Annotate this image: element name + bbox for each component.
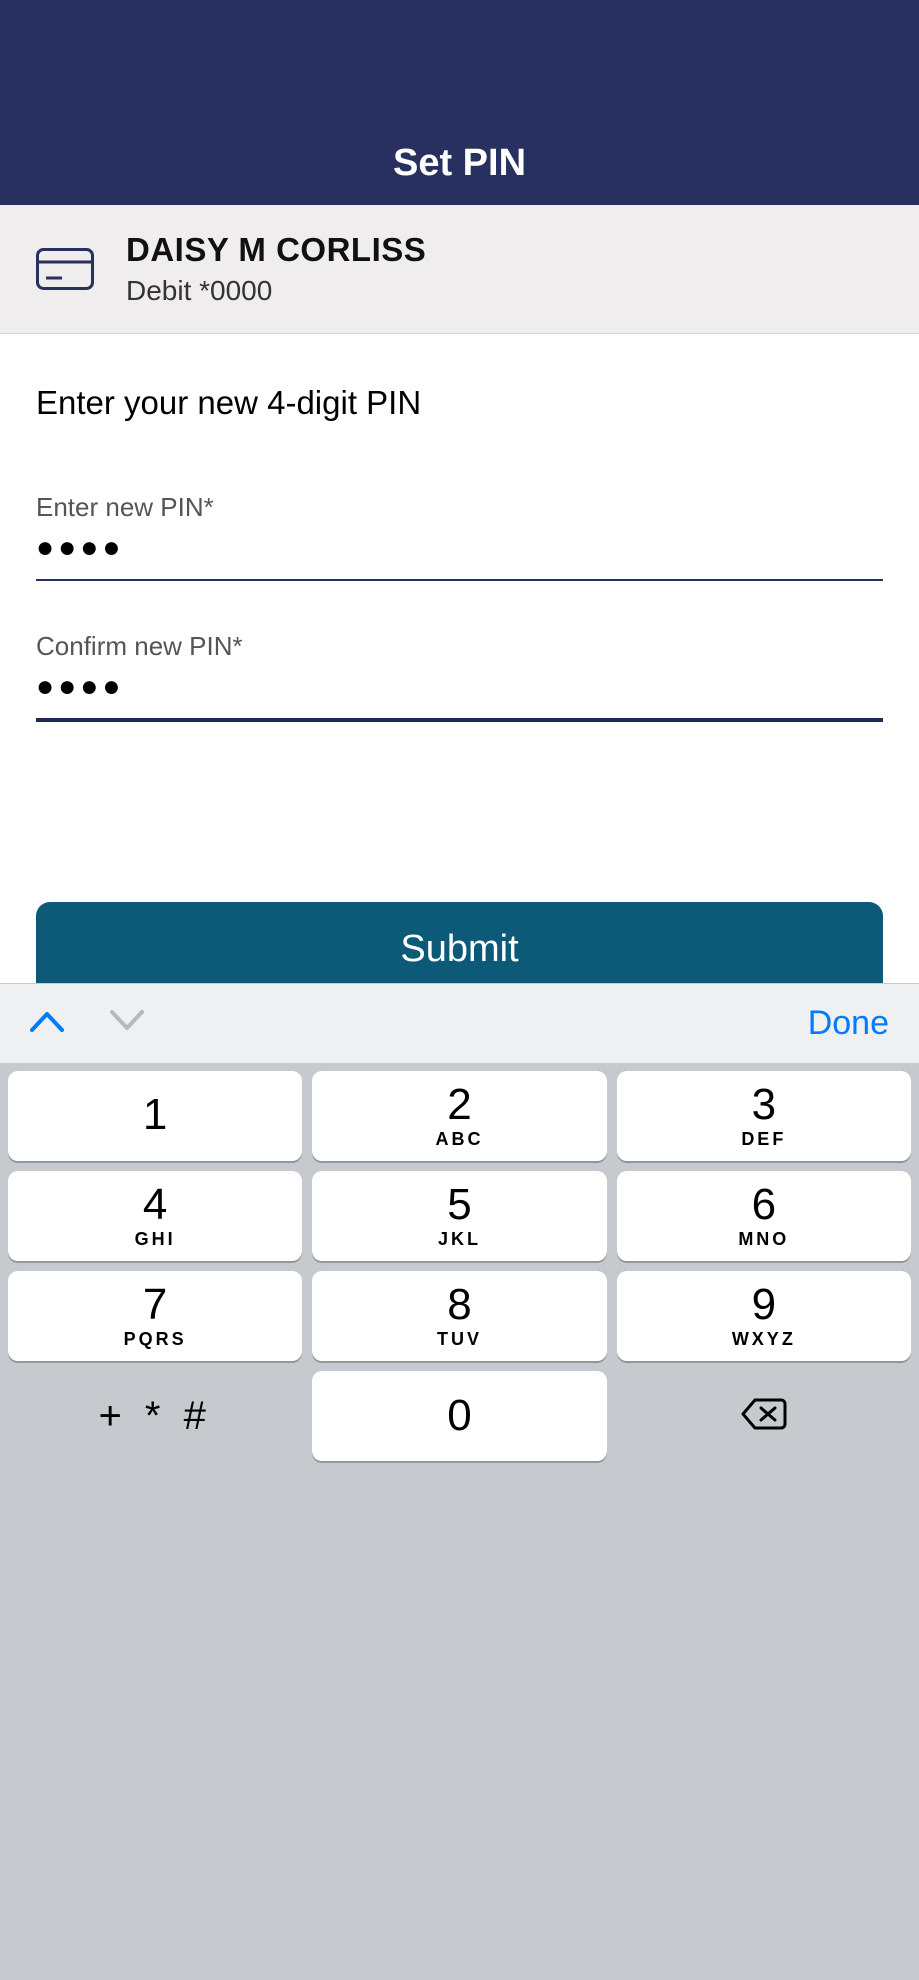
key-1[interactable]: 1 bbox=[8, 1071, 302, 1161]
instruction-text: Enter your new 4-digit PIN bbox=[36, 384, 883, 422]
enter-pin-label: Enter new PIN* bbox=[36, 492, 883, 523]
key-4[interactable]: 4GHI bbox=[8, 1171, 302, 1261]
key-7[interactable]: 7PQRS bbox=[8, 1271, 302, 1361]
key-6[interactable]: 6MNO bbox=[617, 1171, 911, 1261]
card-info-strip: DAISY M CORLISS Debit *0000 bbox=[0, 205, 919, 334]
page-title: Set PIN bbox=[393, 142, 526, 185]
card-icon bbox=[36, 248, 94, 290]
backspace-key[interactable] bbox=[617, 1371, 911, 1461]
confirm-pin-input[interactable] bbox=[36, 664, 883, 722]
keyboard-done-button[interactable]: Done bbox=[808, 1004, 889, 1043]
key-2[interactable]: 2ABC bbox=[312, 1071, 606, 1161]
numeric-keypad: 1 2ABC 3DEF 4GHI 5JKL 6MNO 7PQRS 8TUV 9W… bbox=[0, 1063, 919, 1469]
key-3[interactable]: 3DEF bbox=[617, 1071, 911, 1161]
key-symbols[interactable]: + * # bbox=[8, 1371, 302, 1461]
key-0[interactable]: 0 bbox=[312, 1371, 606, 1461]
card-subtitle: Debit *0000 bbox=[126, 275, 426, 307]
header: Set PIN bbox=[0, 0, 919, 205]
key-5[interactable]: 5JKL bbox=[312, 1171, 606, 1261]
key-9[interactable]: 9WXYZ bbox=[617, 1271, 911, 1361]
form-body: Enter your new 4-digit PIN Enter new PIN… bbox=[0, 334, 919, 1087]
cardholder-name: DAISY M CORLISS bbox=[126, 231, 426, 269]
key-8[interactable]: 8TUV bbox=[312, 1271, 606, 1361]
keyboard-background-fill bbox=[0, 1463, 919, 1980]
keyboard-accessory-bar: Done bbox=[0, 983, 919, 1063]
enter-pin-input[interactable] bbox=[36, 525, 883, 581]
next-field-icon[interactable] bbox=[110, 1010, 144, 1037]
confirm-pin-field: Confirm new PIN* bbox=[36, 631, 883, 722]
confirm-pin-label: Confirm new PIN* bbox=[36, 631, 883, 662]
backspace-icon bbox=[741, 1397, 787, 1436]
enter-pin-field: Enter new PIN* bbox=[36, 492, 883, 581]
prev-field-icon[interactable] bbox=[30, 1010, 64, 1037]
